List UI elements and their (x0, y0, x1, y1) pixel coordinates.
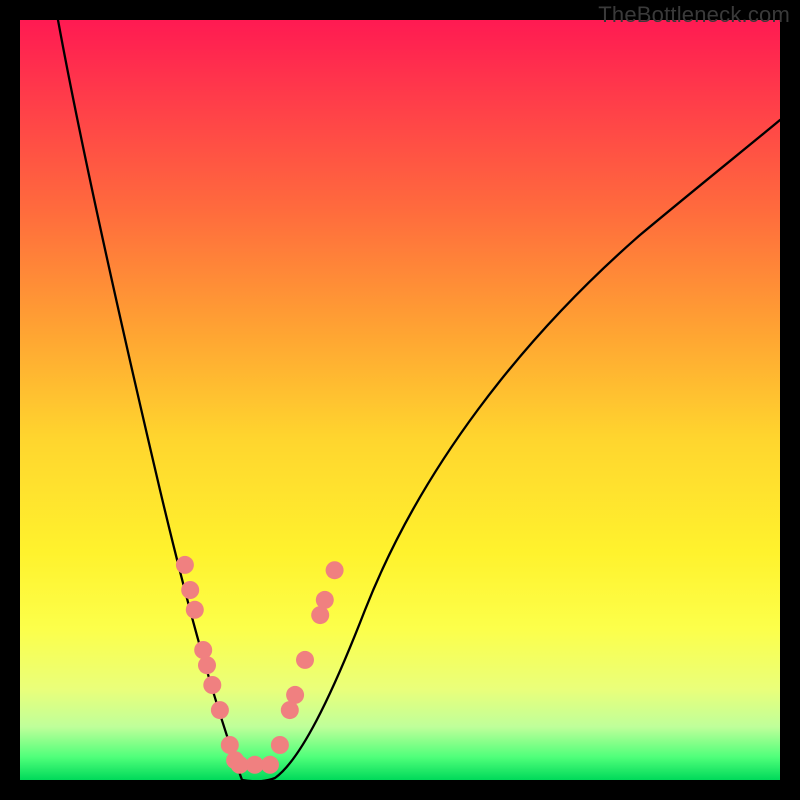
plot-area (20, 20, 780, 780)
scatter-point (203, 676, 221, 694)
scatter-point (211, 701, 229, 719)
scatter-point (261, 756, 279, 774)
scatter-point (271, 736, 289, 754)
scatter-point (296, 651, 314, 669)
scatter-point (316, 591, 334, 609)
scatter-point (311, 606, 329, 624)
watermark-text: TheBottleneck.com (598, 2, 790, 28)
scatter-markers (176, 556, 344, 774)
chart-frame: TheBottleneck.com (0, 0, 800, 800)
right-curve (242, 120, 780, 780)
chart-svg (20, 20, 780, 780)
scatter-point (194, 641, 212, 659)
scatter-point (198, 656, 216, 674)
scatter-point (186, 601, 204, 619)
scatter-point (181, 581, 199, 599)
scatter-point (176, 556, 194, 574)
scatter-point (326, 561, 344, 579)
scatter-point (286, 686, 304, 704)
